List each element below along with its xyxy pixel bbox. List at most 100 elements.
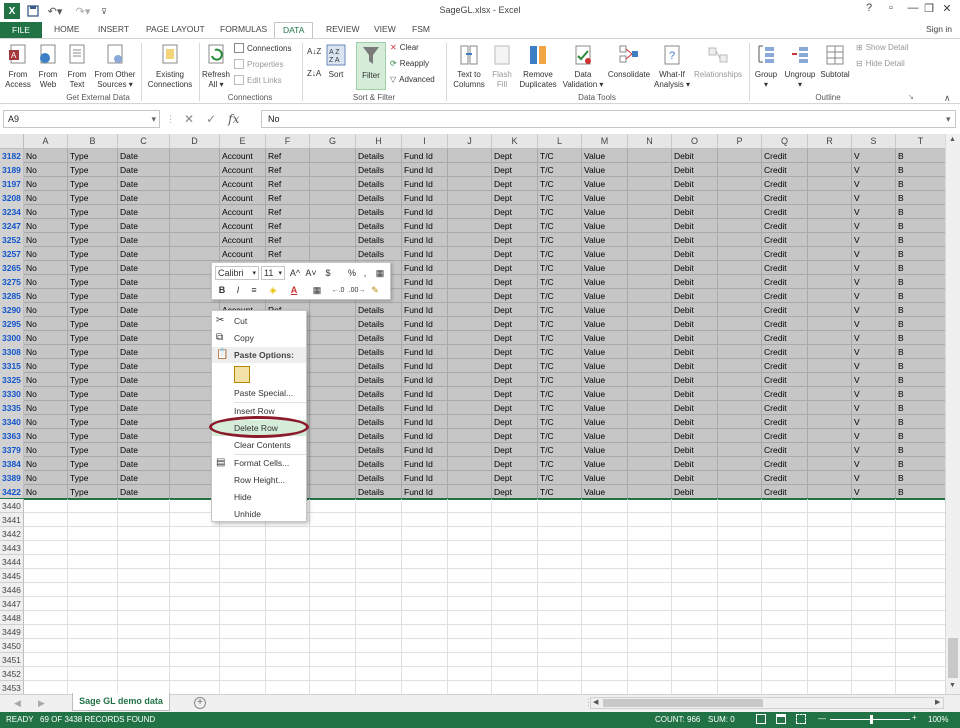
cell[interactable]: [896, 611, 945, 625]
cell[interactable]: Type: [68, 219, 118, 233]
cell[interactable]: Type: [68, 289, 118, 303]
cell[interactable]: [170, 177, 220, 191]
cell[interactable]: Details: [356, 415, 402, 429]
cell[interactable]: [582, 667, 628, 681]
cell[interactable]: [538, 513, 582, 527]
cell[interactable]: [448, 345, 492, 359]
cell[interactable]: [310, 191, 356, 205]
cell[interactable]: [628, 261, 672, 275]
table-row[interactable]: 3445: [0, 569, 945, 583]
currency-format-icon[interactable]: $: [320, 266, 336, 280]
cell[interactable]: [628, 625, 672, 639]
table-row[interactable]: 3443: [0, 541, 945, 555]
cell[interactable]: [718, 555, 762, 569]
cell[interactable]: Type: [68, 177, 118, 191]
cell[interactable]: No: [24, 261, 68, 275]
cell[interactable]: Credit: [762, 471, 808, 485]
cell[interactable]: Date: [118, 219, 170, 233]
cell[interactable]: [220, 653, 266, 667]
cell[interactable]: V: [852, 471, 896, 485]
cell[interactable]: [356, 555, 402, 569]
cell[interactable]: Value: [582, 233, 628, 247]
menu-item-clear-contents[interactable]: Clear Contents: [212, 437, 306, 453]
cell[interactable]: B: [896, 373, 945, 387]
cell[interactable]: [24, 555, 68, 569]
cell[interactable]: V: [852, 191, 896, 205]
cell[interactable]: No: [24, 233, 68, 247]
cell[interactable]: [266, 583, 310, 597]
fill-color-icon[interactable]: ◈: [264, 283, 282, 297]
cell[interactable]: Dept: [492, 401, 538, 415]
cell[interactable]: Details: [356, 401, 402, 415]
table-row[interactable]: 3247 No Type Date Account Ref Details Fund Id De…: [0, 219, 945, 233]
zoom-slider-thumb[interactable]: [870, 715, 873, 724]
cell[interactable]: [170, 149, 220, 163]
italic-icon[interactable]: I: [231, 283, 245, 297]
cell[interactable]: [628, 373, 672, 387]
scroll-left-icon[interactable]: ◀: [593, 698, 598, 706]
tab-page-layout[interactable]: PAGE LAYOUT: [138, 22, 213, 38]
cell[interactable]: [718, 583, 762, 597]
cell[interactable]: Dept: [492, 359, 538, 373]
vertical-scrollbar[interactable]: ▲ ▼: [945, 134, 960, 694]
cell[interactable]: [118, 597, 170, 611]
cell[interactable]: [718, 681, 762, 694]
cell[interactable]: [672, 611, 718, 625]
cell[interactable]: [170, 555, 220, 569]
cell[interactable]: [68, 555, 118, 569]
cell[interactable]: [310, 457, 356, 471]
cell[interactable]: Debit: [672, 373, 718, 387]
cell[interactable]: Type: [68, 163, 118, 177]
cell[interactable]: B: [896, 289, 945, 303]
table-row[interactable]: 3422NoTypeDateAccountRefDetailsFund IdDe…: [0, 485, 945, 499]
cell[interactable]: [492, 555, 538, 569]
column-header[interactable]: S: [852, 134, 896, 149]
cell[interactable]: [808, 163, 852, 177]
cell[interactable]: [896, 667, 945, 681]
cell[interactable]: [310, 513, 356, 527]
cell[interactable]: Value: [582, 345, 628, 359]
existing-connections-button[interactable]: Existing Connections: [144, 42, 196, 90]
cell[interactable]: Date: [118, 429, 170, 443]
tab-insert[interactable]: INSERT: [90, 22, 137, 38]
cell[interactable]: [762, 639, 808, 653]
advanced-filter-button[interactable]: ▽ Advanced: [390, 75, 435, 84]
column-header[interactable]: A: [24, 134, 68, 149]
name-box-dropdown-icon[interactable]: ▾: [151, 114, 156, 125]
cell[interactable]: Credit: [762, 247, 808, 261]
tab-data[interactable]: DATA: [274, 22, 314, 39]
table-row[interactable]: 3448: [0, 611, 945, 625]
decrease-decimal-icon[interactable]: .00→: [348, 283, 366, 297]
cell[interactable]: Details: [356, 457, 402, 471]
cell[interactable]: [852, 499, 896, 513]
cell[interactable]: Dept: [492, 247, 538, 261]
text-to-columns-button[interactable]: Text to Columns: [449, 42, 489, 90]
cell[interactable]: Fund Id: [402, 317, 448, 331]
cell[interactable]: B: [896, 415, 945, 429]
cell[interactable]: [448, 639, 492, 653]
cell[interactable]: [68, 513, 118, 527]
cell[interactable]: B: [896, 485, 945, 499]
cell[interactable]: [582, 527, 628, 541]
cell[interactable]: Dept: [492, 233, 538, 247]
cell[interactable]: [808, 499, 852, 513]
from-access-button[interactable]: A From Access: [3, 42, 33, 90]
column-header[interactable]: N: [628, 134, 672, 149]
cell[interactable]: Ref: [266, 233, 310, 247]
tab-home[interactable]: HOME: [46, 22, 88, 38]
cell[interactable]: Date: [118, 443, 170, 457]
comma-format-icon[interactable]: ,: [360, 266, 370, 280]
table-row[interactable]: 3451: [0, 653, 945, 667]
cell[interactable]: [492, 513, 538, 527]
cell[interactable]: [220, 569, 266, 583]
cell[interactable]: Debit: [672, 317, 718, 331]
column-header[interactable]: K: [492, 134, 538, 149]
cell[interactable]: [808, 639, 852, 653]
tab-view[interactable]: VIEW: [366, 22, 404, 38]
table-row[interactable]: 3340NoTypeDateAccountRefDetailsFund IdDe…: [0, 415, 945, 429]
cell[interactable]: [628, 639, 672, 653]
cell[interactable]: Credit: [762, 289, 808, 303]
cell[interactable]: [492, 597, 538, 611]
cell[interactable]: B: [896, 163, 945, 177]
row-header[interactable]: 3285: [0, 289, 24, 303]
